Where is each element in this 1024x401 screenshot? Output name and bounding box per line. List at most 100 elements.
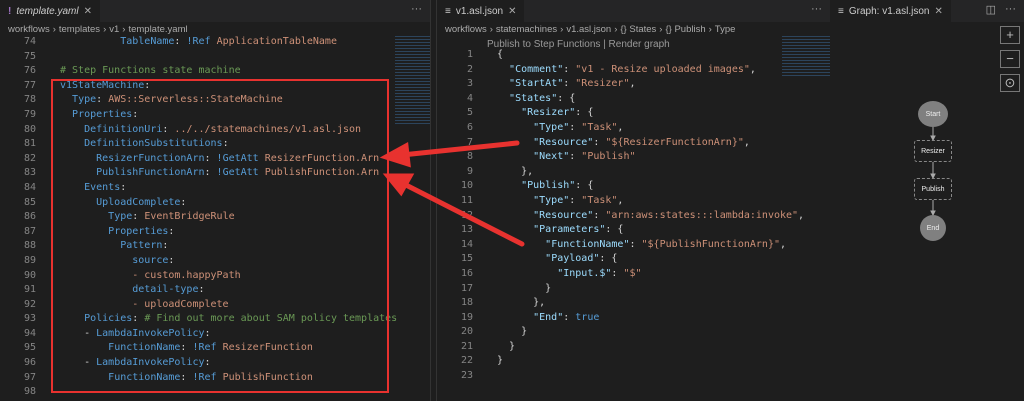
code-token: "Task" xyxy=(581,194,618,206)
more-actions-icon[interactable]: ··· xyxy=(811,3,822,15)
line-number: 4 xyxy=(466,92,473,104)
breadcrumb: workflows › statemachines › v1.asl.json ›{} S… xyxy=(437,22,830,36)
code-line[interactable]: 21 } xyxy=(437,340,830,355)
chevron-right-icon: › xyxy=(560,23,564,35)
graph-node-resizer[interactable]: Resizer xyxy=(914,140,952,162)
code-token: "${PublishFunctionArn}" xyxy=(641,238,780,250)
code-token: : xyxy=(174,36,187,47)
graph-node-end[interactable]: End xyxy=(920,215,946,241)
code-token: "v1 - Resize uploaded images" xyxy=(575,63,750,75)
line-number: 98 xyxy=(23,386,36,398)
code-line[interactable]: 75 xyxy=(0,50,430,65)
chevron-right-icon: › xyxy=(489,23,493,35)
code-line[interactable]: 7 "Resource": "${ResizerFunctionArn}", xyxy=(437,136,830,151)
code-line[interactable]: 6 "Type": "Task", xyxy=(437,121,830,136)
highlight-box xyxy=(51,79,389,393)
code-token: , xyxy=(629,78,636,90)
line-number: 12 xyxy=(460,209,473,221)
code-token: # Step Functions state machine xyxy=(60,65,241,77)
json-icon: ≡ xyxy=(445,5,451,17)
code-token: "FunctionName" xyxy=(545,238,630,250)
minimap[interactable] xyxy=(395,36,430,126)
code-line[interactable]: 13 "Parameters": { xyxy=(437,223,830,238)
code-area[interactable]: 1{2 "Comment": "v1 - Resize uploaded ima… xyxy=(437,48,830,384)
code-token: : { xyxy=(605,224,624,236)
code-token: , xyxy=(743,136,750,148)
code-token: "Task" xyxy=(581,121,618,133)
code-line[interactable]: 11 "Type": "Task", xyxy=(437,194,830,209)
code-token: true xyxy=(575,311,600,323)
close-icon[interactable]: ✕ xyxy=(508,6,516,17)
code-line[interactable]: 16 "Input.$": "$" xyxy=(437,267,830,282)
chevron-right-icon: › xyxy=(103,23,107,35)
breadcrumb-item[interactable]: workflows xyxy=(8,24,50,35)
code-token: "Resource" xyxy=(533,209,594,221)
breadcrumb: workflows › templates › v1 › template.yaml xyxy=(0,22,430,36)
line-number: 13 xyxy=(460,224,473,236)
code-line[interactable]: 22} xyxy=(437,354,830,369)
code-line[interactable]: 15 "Payload": { xyxy=(437,252,830,267)
breadcrumb-item[interactable]: statemachines xyxy=(496,24,557,35)
code-token: , xyxy=(749,63,756,75)
breadcrumb-item[interactable]: {} Publish xyxy=(665,24,705,35)
code-token: "Next" xyxy=(533,151,570,163)
code-token: : xyxy=(629,238,642,250)
code-line[interactable]: 76 # Step Functions state machine xyxy=(0,64,430,79)
graph-node-start[interactable]: Start xyxy=(918,101,948,127)
code-line[interactable]: 12 "Resource": "arn:aws:states:::lambda:… xyxy=(437,209,830,224)
code-line[interactable]: 74 TableName: !Ref ApplicationTableName xyxy=(0,35,430,50)
breadcrumb-item[interactable]: templates xyxy=(59,24,100,35)
minimap[interactable] xyxy=(782,36,830,76)
code-line[interactable]: 18 }, xyxy=(437,296,830,311)
code-line[interactable]: 1{ xyxy=(437,48,830,63)
close-icon[interactable]: ✕ xyxy=(84,6,92,17)
code-line[interactable]: 17 } xyxy=(437,282,830,297)
code-line[interactable]: 8 "Next": "Publish" xyxy=(437,150,830,165)
code-line[interactable]: 19 "End": true xyxy=(437,311,830,326)
line-number: 85 xyxy=(23,196,36,208)
code-line[interactable]: 9 }, xyxy=(437,165,830,180)
line-number: 3 xyxy=(466,78,473,90)
code-token: } xyxy=(509,340,516,352)
code-line[interactable]: 5 "Resizer": { xyxy=(437,106,830,121)
line-number: 94 xyxy=(23,327,36,339)
line-number: 2 xyxy=(466,63,473,75)
code-token: : xyxy=(593,136,606,148)
breadcrumb-item[interactable]: workflows xyxy=(445,24,487,35)
tab-template-yaml[interactable]: ! template.yaml ✕ xyxy=(0,0,100,22)
code-line[interactable]: 14 "FunctionName": "${PublishFunctionArn… xyxy=(437,238,830,253)
code-line[interactable]: 3 "StartAt": "Resizer", xyxy=(437,77,830,92)
chevron-right-icon: › xyxy=(122,23,126,35)
code-line[interactable]: 20 } xyxy=(437,325,830,340)
line-number: 21 xyxy=(460,340,473,352)
line-number: 8 xyxy=(466,151,473,163)
breadcrumb-item[interactable]: v1 xyxy=(109,24,119,35)
line-number: 86 xyxy=(23,211,36,223)
line-number: 90 xyxy=(23,269,36,281)
line-number: 76 xyxy=(23,65,36,77)
graph-node-publish[interactable]: Publish xyxy=(914,178,952,200)
breadcrumb-item[interactable]: v1.asl.json xyxy=(566,24,611,35)
code-token: "Payload" xyxy=(545,253,600,265)
tab-v1-asl-json[interactable]: ≡ v1.asl.json ✕ xyxy=(437,0,525,22)
line-number: 18 xyxy=(460,297,473,309)
line-number: 5 xyxy=(466,107,473,119)
code-token: , xyxy=(617,121,624,133)
code-line[interactable]: 10 "Publish": { xyxy=(437,179,830,194)
code-line[interactable]: 2 "Comment": "v1 - Resize uploaded image… xyxy=(437,63,830,78)
breadcrumb-item[interactable]: template.yaml xyxy=(128,24,187,35)
code-token: "Resizer" xyxy=(521,107,576,119)
code-token: "Input.$" xyxy=(557,267,612,279)
code-token: { xyxy=(497,49,504,60)
breadcrumb-item[interactable]: {} States xyxy=(620,24,656,35)
more-actions-icon[interactable]: ··· xyxy=(411,3,422,15)
code-token: "arn:aws:states:::lambda:invoke" xyxy=(605,209,799,221)
code-line[interactable]: 4 "States": { xyxy=(437,92,830,107)
breadcrumb-item[interactable]: Type xyxy=(715,24,736,35)
code-token: : { xyxy=(575,107,594,119)
code-line[interactable]: 23 xyxy=(437,369,830,384)
line-number: 81 xyxy=(23,138,36,150)
line-number: 22 xyxy=(460,355,473,367)
line-number: 17 xyxy=(460,282,473,294)
code-token: } xyxy=(545,282,552,294)
